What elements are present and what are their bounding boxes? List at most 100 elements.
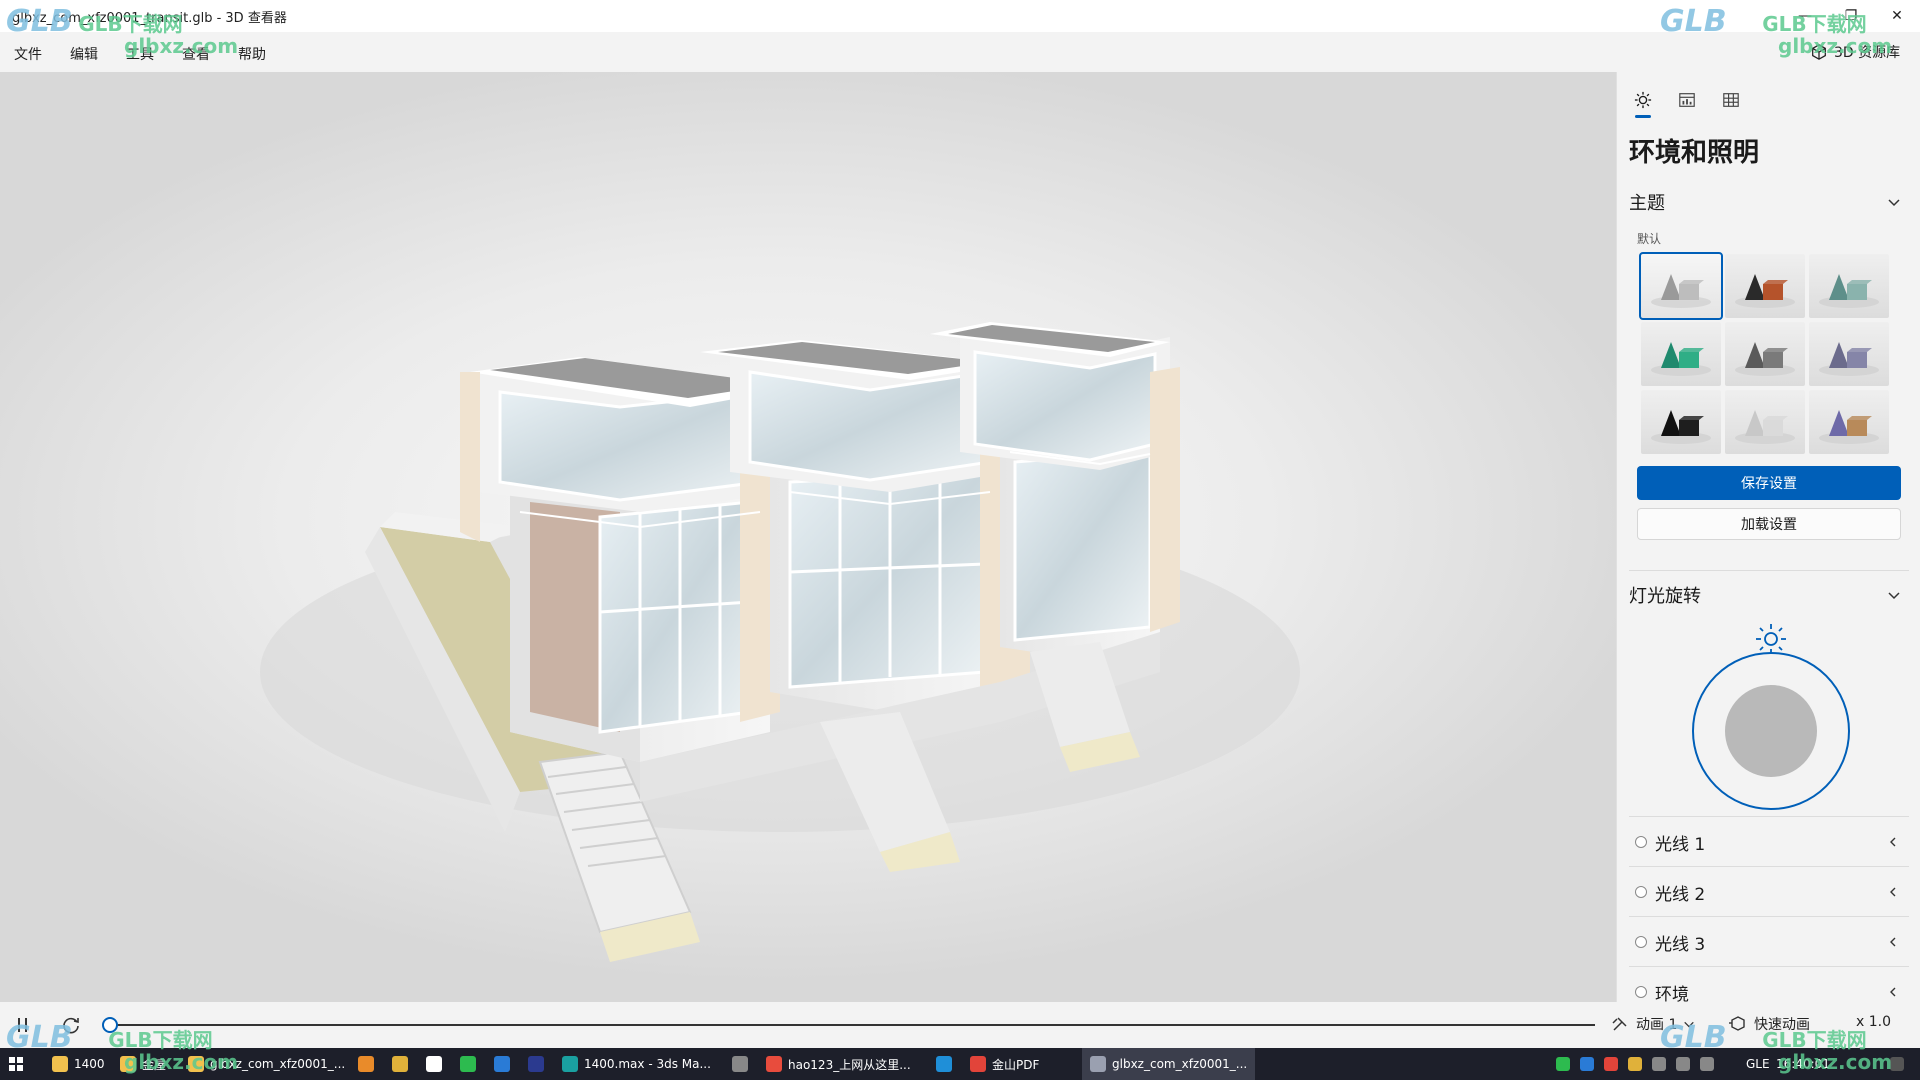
app-icon — [970, 1056, 986, 1072]
timeline-track[interactable] — [110, 1024, 1595, 1026]
divider — [1629, 916, 1909, 917]
app-tray-icon[interactable] — [1580, 1057, 1594, 1071]
chevron-left-icon[interactable] — [1887, 986, 1899, 998]
chevron-left-icon[interactable] — [1887, 886, 1899, 898]
tab-statistics[interactable] — [1669, 86, 1705, 114]
windows-icon — [9, 1057, 23, 1071]
light-label: 光线 1 — [1655, 834, 1706, 855]
menu-file[interactable]: 文件 — [14, 44, 42, 64]
environment-panel: 环境和照明 主题 默认 保存设置 加载设置 灯光旋转 光线 1 光线 2 光线 3 环… — [1616, 72, 1920, 1005]
menu-help[interactable]: 帮助 — [238, 44, 266, 64]
theme-default-label: 默认 — [1637, 232, 1662, 246]
taskbar-item-label: glbxz_com_xfz0001_... — [1112, 1057, 1248, 1071]
watermark-top-left: GLB GLB下载网 glbxz.com — [6, 4, 238, 58]
theme-swatch[interactable] — [1809, 390, 1889, 454]
menu-edit[interactable]: 编辑 — [70, 44, 98, 64]
light-toggle[interactable] — [1635, 886, 1647, 898]
taskbar-item[interactable]: hao123_上网从这里... — [758, 1048, 919, 1080]
app-icon — [562, 1056, 578, 1072]
app-icon — [494, 1056, 510, 1072]
watermark-domain: glbxz.com — [1778, 34, 1893, 58]
chevron-left-icon[interactable] — [1887, 836, 1899, 848]
theme-swatch[interactable] — [1725, 390, 1805, 454]
theme-preview-icon — [1819, 342, 1879, 376]
light-toggle[interactable] — [1635, 936, 1647, 948]
taskbar-item[interactable] — [418, 1048, 456, 1080]
light-rotation-label: 灯光旋转 — [1629, 586, 1701, 607]
app-tray-icon[interactable] — [1604, 1057, 1618, 1071]
watermark-top-right: GLB GLB下载网 glbxz.com — [1660, 4, 1892, 58]
watermark-bottom-left: GLB GLB下载网 glbxz.com — [6, 1020, 238, 1074]
theme-swatch[interactable] — [1641, 390, 1721, 454]
light-rotation-header[interactable]: 灯光旋转 — [1629, 577, 1909, 613]
notification-icon[interactable] — [1890, 1057, 1904, 1071]
light-label: 光线 3 — [1655, 934, 1706, 955]
close-button[interactable]: ✕ — [1874, 0, 1920, 32]
light-label: 环境 — [1655, 984, 1689, 1005]
input-method[interactable]: GLE — [1746, 1057, 1770, 1071]
animation-timeline: 动画 1 快速动画 x 1.0 — [0, 1002, 1920, 1048]
battery-icon[interactable] — [1700, 1057, 1714, 1071]
theme-swatch[interactable] — [1809, 322, 1889, 386]
light-row[interactable]: 光线 3 — [1629, 922, 1909, 962]
watermark-brand: GLB — [6, 4, 73, 39]
watermark-bottom-right: GLB GLB下载网 glbxz.com — [1660, 1020, 1892, 1074]
app-icon — [766, 1056, 782, 1072]
watermark-brand: GLB — [1660, 1020, 1727, 1055]
watermark-cn: GLB下载网 — [1762, 1028, 1867, 1052]
theme-swatch[interactable] — [1725, 254, 1805, 318]
taskbar-item-label: hao123_上网从这里... — [788, 1057, 911, 1072]
light-toggle[interactable] — [1635, 836, 1647, 848]
search-tray-icon[interactable] — [1628, 1057, 1642, 1071]
taskbar: 1400 金屋 glbxz_com_xfz0001_... 1400.max - 3d… — [0, 1048, 1920, 1080]
building-model[interactable] — [0, 72, 1616, 1002]
3d-viewport[interactable] — [0, 72, 1616, 1002]
theme-header-label: 主题 — [1629, 193, 1665, 214]
watermark-cn: GLB下载网 — [1762, 12, 1867, 36]
taskbar-item[interactable] — [724, 1048, 762, 1080]
animation-icon — [1612, 1017, 1627, 1031]
taskbar-item[interactable] — [384, 1048, 422, 1080]
watermark-domain: glbxz.com — [124, 34, 239, 58]
taskbar-item[interactable]: glbxz_com_xfz0001_... — [1082, 1048, 1256, 1080]
tab-grid[interactable] — [1713, 86, 1749, 114]
volume-icon[interactable] — [1676, 1057, 1690, 1071]
load-settings-button[interactable]: 加载设置 — [1637, 508, 1901, 540]
watermark-cn: GLB下载网 — [108, 1028, 213, 1052]
app-icon — [460, 1056, 476, 1072]
watermark-domain: glbxz.com — [124, 1050, 239, 1074]
theme-swatch[interactable] — [1809, 254, 1889, 318]
menu-bar: 文件 编辑 工具 查看 帮助 3D 资源库 — [0, 32, 1920, 72]
stats-icon — [1679, 93, 1695, 107]
taskbar-item[interactable]: 金山PDF — [962, 1048, 1047, 1080]
taskbar-item[interactable] — [520, 1048, 558, 1080]
tab-environment[interactable] — [1625, 86, 1661, 118]
theme-section-header[interactable]: 主题 — [1629, 184, 1909, 220]
watermark-brand: GLB — [1660, 4, 1727, 39]
theme-preview-icon — [1651, 410, 1711, 444]
grid-icon — [1723, 93, 1739, 107]
light-rotation-dial[interactable] — [1689, 620, 1853, 810]
taskbar-item[interactable]: 1400.max - 3ds Ma... — [554, 1048, 719, 1080]
light-row[interactable]: 光线 2 — [1629, 872, 1909, 912]
theme-swatch[interactable] — [1641, 322, 1721, 386]
divider — [1629, 570, 1909, 571]
taskbar-item[interactable] — [486, 1048, 524, 1080]
light-row[interactable]: 光线 1 — [1629, 822, 1909, 862]
theme-swatch[interactable] — [1639, 252, 1723, 320]
sun-handle-icon[interactable] — [1756, 624, 1786, 654]
app-icon — [392, 1056, 408, 1072]
wechat-tray-icon[interactable] — [1556, 1057, 1570, 1071]
taskbar-item[interactable] — [928, 1048, 966, 1080]
save-settings-button[interactable]: 保存设置 — [1637, 466, 1901, 500]
taskbar-item[interactable] — [350, 1048, 388, 1080]
chevron-left-icon[interactable] — [1887, 936, 1899, 948]
light-toggle[interactable] — [1635, 986, 1647, 998]
taskbar-item[interactable] — [452, 1048, 490, 1080]
theme-preview-icon — [1735, 274, 1795, 308]
theme-preview-icon — [1651, 342, 1711, 376]
app-icon — [732, 1056, 748, 1072]
theme-swatch[interactable] — [1725, 322, 1805, 386]
network-icon[interactable] — [1652, 1057, 1666, 1071]
watermark-brand: GLB — [6, 1020, 73, 1055]
